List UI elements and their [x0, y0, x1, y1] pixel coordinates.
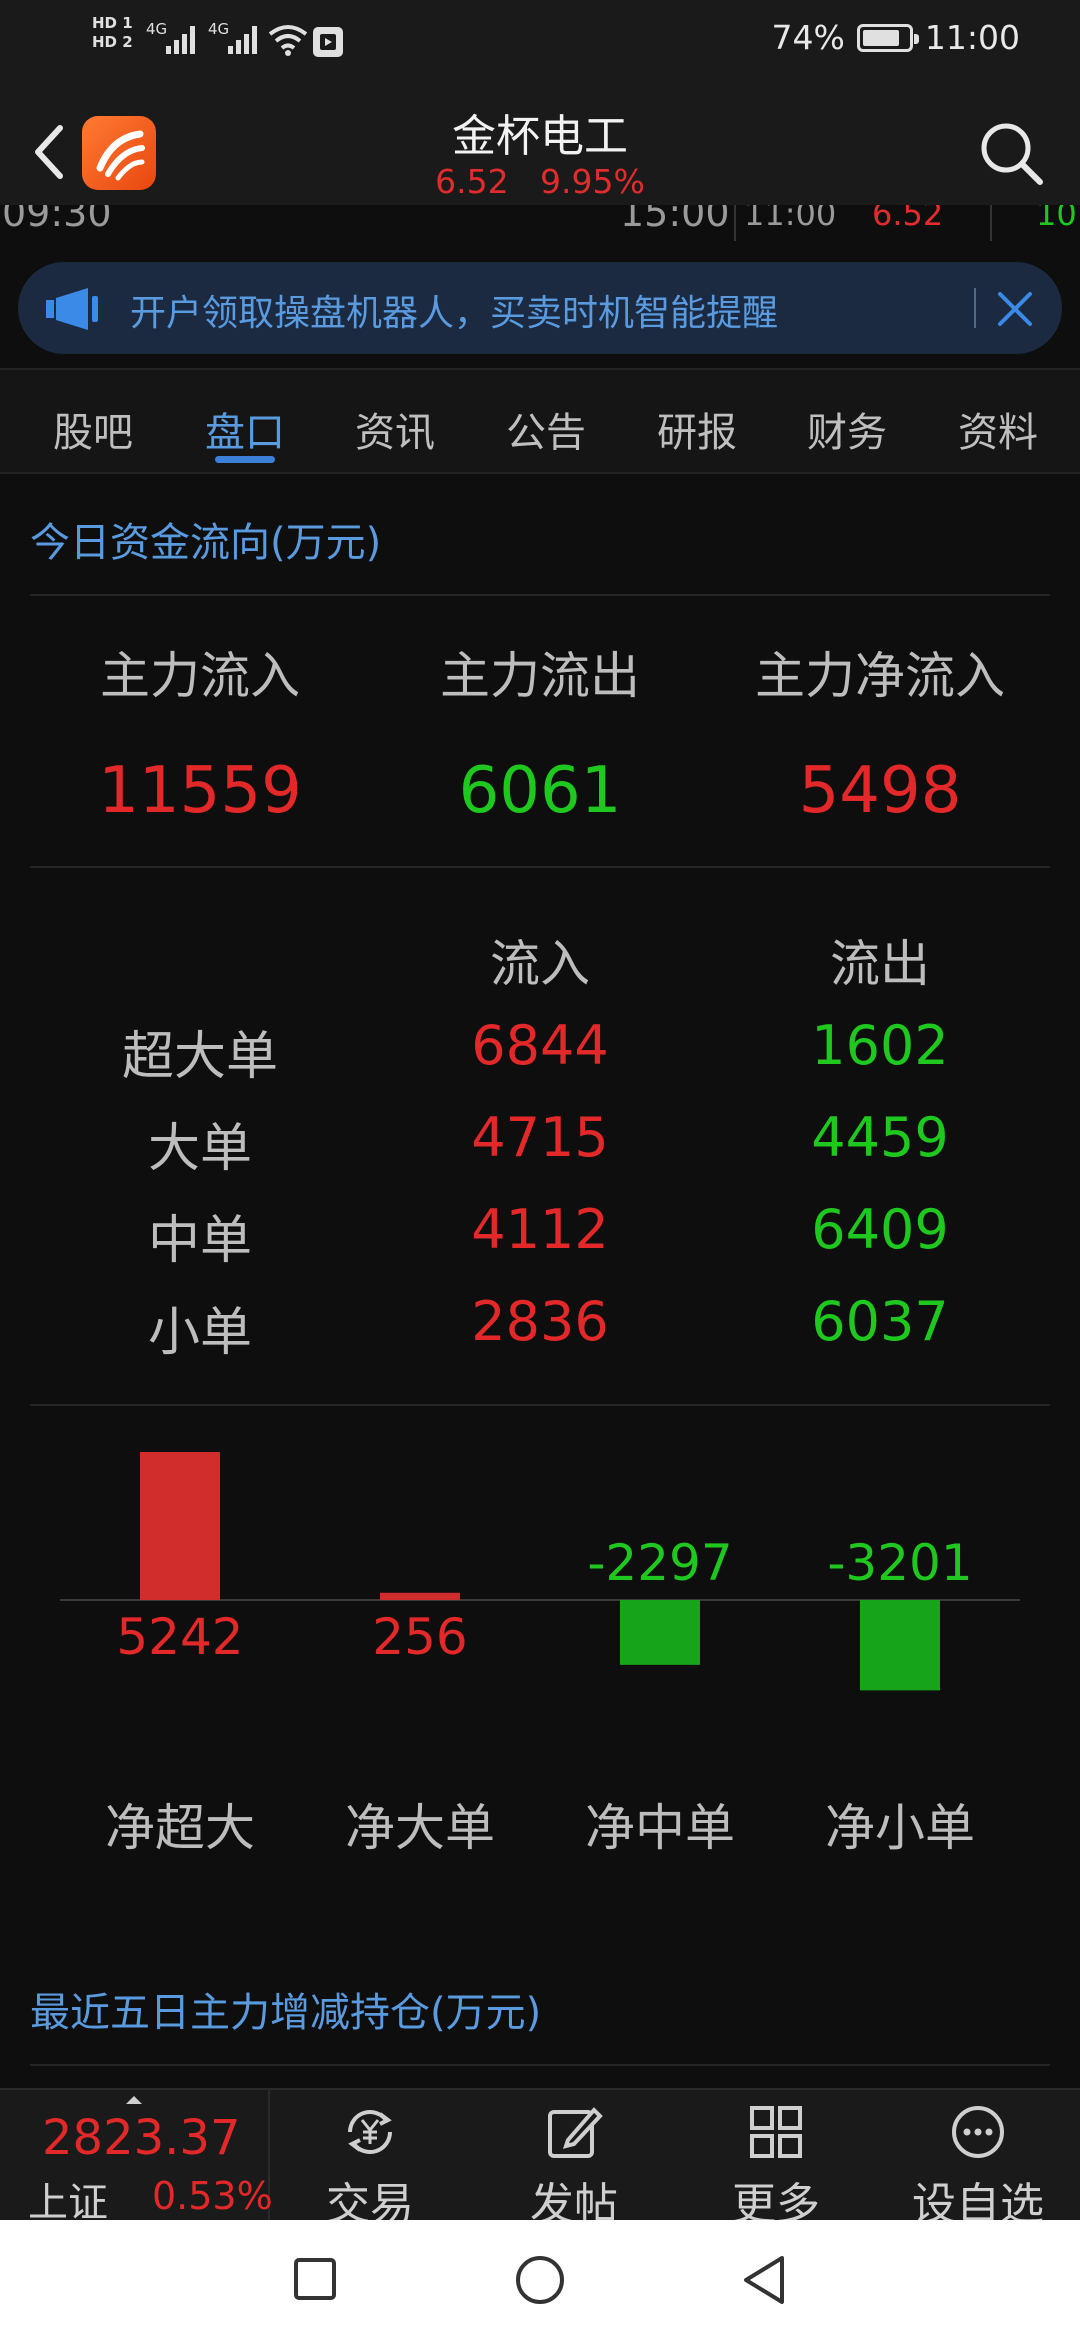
main-net-inflow-label: 主力净流入	[755, 647, 1005, 705]
section-title: 最近五日主力增减持仓(万元)	[30, 1990, 542, 2036]
signal-bars-icon	[228, 24, 257, 54]
chart-bar	[860, 1600, 940, 1691]
ticker-strip: 09:30 15:00 11:00 6.52 10	[0, 205, 1080, 241]
tab-research[interactable]: 研报	[632, 400, 762, 458]
banner-divider	[974, 288, 976, 328]
page-title: 金杯电工	[452, 111, 628, 162]
index-value: 2823.37	[42, 2110, 241, 2166]
add-watchlist-button[interactable]: 设自选	[878, 2090, 1078, 2230]
index-quote[interactable]: 2823.37 上证 0.53%	[0, 2090, 273, 2226]
triangle-back-icon[interactable]	[740, 2254, 788, 2306]
clock: 11:00	[924, 18, 1020, 57]
chart-bar	[140, 1452, 220, 1600]
chart-bar	[620, 1600, 700, 1665]
square-icon[interactable]	[292, 2256, 338, 2302]
grid-icon	[750, 2106, 802, 2158]
main-outflow-label: 主力流出	[440, 647, 640, 705]
main-outflow-value: 6061	[458, 754, 622, 828]
promo-banner[interactable]: 开户领取操盘机器人，买卖时机智能提醒	[18, 262, 1062, 354]
main-net-inflow-value: 5498	[798, 754, 962, 828]
header: 金杯电工 6.52 9.95%	[0, 86, 1080, 218]
ticker-price: 6.52	[872, 205, 944, 233]
row-inflow: 6844	[471, 1014, 609, 1077]
ticker-time: 09:30	[2, 205, 112, 235]
more-circle-icon	[952, 2106, 1004, 2158]
edit-icon	[548, 2107, 603, 2158]
section-title: 今日资金流向(万元)	[30, 520, 382, 566]
tab-announcements[interactable]: 公告	[481, 400, 611, 458]
tab-profile[interactable]: 资料	[933, 400, 1063, 458]
ticker-time: 15:00	[620, 205, 730, 235]
megaphone-icon	[46, 288, 98, 330]
close-icon[interactable]	[992, 286, 1038, 332]
row-label-small: 小单	[147, 1303, 252, 1363]
row-outflow: 6409	[811, 1198, 949, 1261]
net-flow-chart: 5242 净超大 256 净大单 -2297 净中单 -3201 净小单	[0, 1404, 1080, 1884]
chart-data-label: -3201	[827, 1534, 973, 1592]
chart-bar	[380, 1592, 460, 1600]
row-outflow: 1602	[811, 1014, 949, 1077]
inflow-header: 流入	[490, 935, 590, 993]
chart-category-label: 净中单	[585, 1799, 735, 1857]
wifi-icon	[268, 25, 308, 56]
status-right: 74% 11:00	[772, 18, 1020, 57]
signal-bars-icon	[166, 24, 195, 54]
bottom-toolbar: 2823.37 上证 0.53% 交易 发帖 更多 设自选	[0, 2088, 1080, 2230]
signal-type-label: 4G	[146, 20, 168, 38]
index-change: 0.53%	[152, 2174, 273, 2218]
tab-bar: 股吧 盘口 资讯 公告 研报 财务 资料	[0, 368, 1080, 474]
search-icon[interactable]	[976, 118, 1046, 188]
chart-category-label: 净大单	[345, 1799, 495, 1857]
tab-finance[interactable]: 财务	[782, 400, 912, 458]
hd-indicator: HD 1 HD 2	[92, 14, 133, 51]
chart-category-label: 净超大	[105, 1799, 255, 1857]
row-label-super-large: 超大单	[121, 1027, 278, 1087]
main-inflow-value: 11559	[98, 754, 302, 828]
trade-button[interactable]: 交易	[270, 2090, 470, 2230]
active-tab-indicator	[215, 456, 275, 463]
row-outflow: 4459	[811, 1106, 949, 1169]
system-nav-bar	[0, 2220, 1080, 2340]
screen-record-icon	[313, 27, 343, 57]
ticker-value: 10	[1036, 205, 1077, 233]
caret-up-icon	[126, 2096, 142, 2104]
ticker-time: 11:00	[744, 205, 837, 233]
battery-percent: 74%	[771, 18, 845, 57]
chart-data-label: 5242	[116, 1608, 244, 1666]
battery-icon	[856, 23, 919, 52]
tab-pankou[interactable]: 盘口	[180, 400, 310, 458]
row-label-medium: 中单	[147, 1211, 252, 1271]
tab-guba[interactable]: 股吧	[28, 400, 158, 458]
divider	[30, 866, 1050, 868]
chart-category-label: 净小单	[825, 1799, 975, 1857]
row-outflow: 6037	[811, 1290, 949, 1353]
row-inflow: 2836	[471, 1290, 609, 1353]
divider	[30, 2064, 1050, 2066]
chart-data-label: 256	[372, 1608, 468, 1666]
row-inflow: 4112	[471, 1198, 609, 1261]
banner-text: 开户领取操盘机器人，买卖时机智能提醒	[130, 293, 779, 334]
status-bar: HD 1 HD 2 4G 4G 74% 11:00	[0, 0, 1080, 86]
divider	[30, 594, 1050, 596]
tab-news[interactable]: 资讯	[330, 400, 460, 458]
price-change: 6.52 9.95%	[435, 162, 645, 201]
row-label-large: 大单	[147, 1119, 252, 1179]
main-inflow-label: 主力流入	[100, 647, 300, 705]
circle-icon[interactable]	[514, 2254, 566, 2306]
yuan-refresh-icon	[348, 2110, 392, 2154]
more-button[interactable]: 更多	[676, 2090, 876, 2230]
chart-data-label: -2297	[587, 1534, 733, 1592]
post-button[interactable]: 发帖	[474, 2090, 674, 2230]
outflow-header: 流出	[830, 935, 930, 993]
signal-type-label: 4G	[208, 20, 230, 38]
row-inflow: 4715	[471, 1106, 609, 1169]
